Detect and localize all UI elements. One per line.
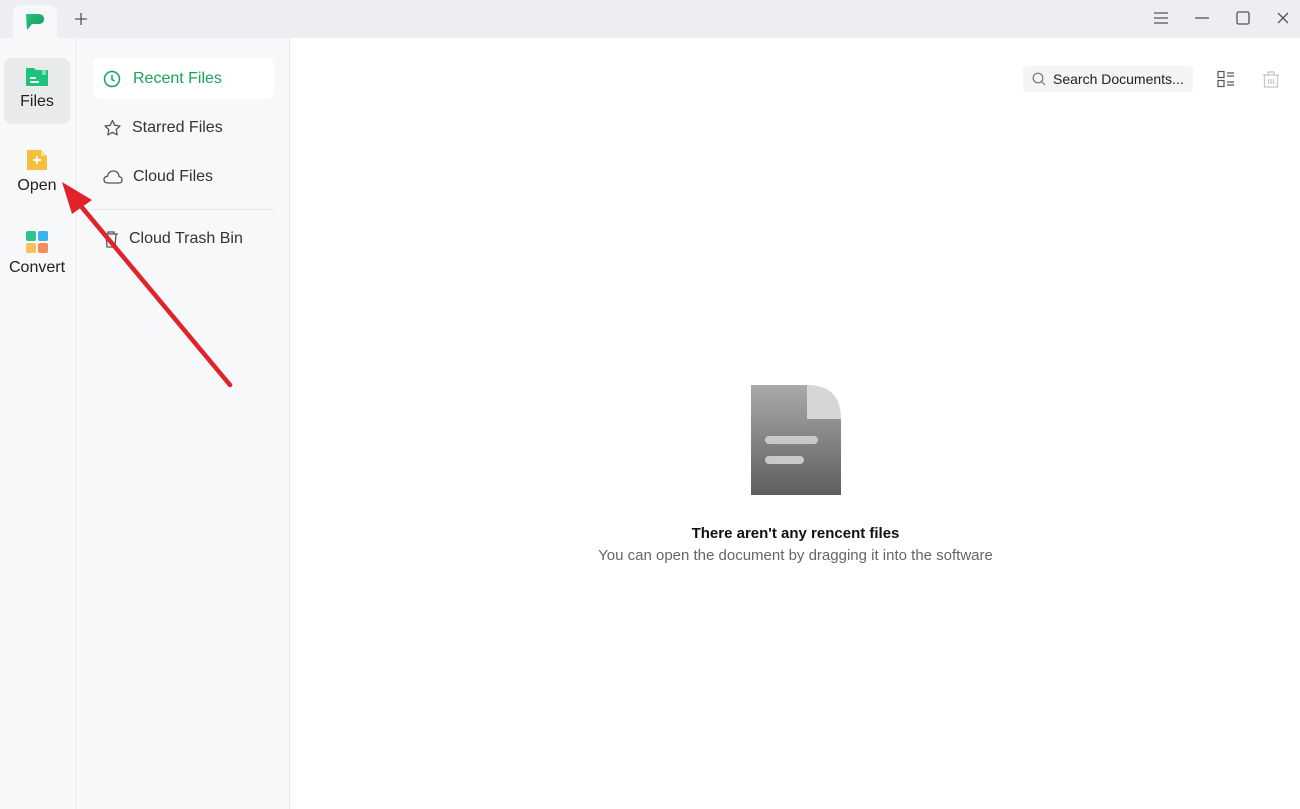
menu-button[interactable] xyxy=(1148,6,1174,30)
nav-item-starred-files[interactable]: Starred Files xyxy=(93,107,274,148)
document-icon xyxy=(750,385,841,495)
list-view-icon xyxy=(1217,70,1234,88)
trash-icon xyxy=(1263,71,1279,88)
close-icon xyxy=(1277,12,1289,24)
rail-label: Open xyxy=(17,177,57,194)
nav-item-cloud-files[interactable]: Cloud Files xyxy=(93,156,274,197)
left-rail: Files Open Convert xyxy=(0,38,77,809)
new-tab-button[interactable] xyxy=(70,8,92,30)
nav-item-label: Cloud Trash Bin xyxy=(129,229,243,247)
view-toggle-button[interactable] xyxy=(1215,68,1237,90)
empty-state-subtitle: You can open the document by dragging it… xyxy=(598,547,993,564)
delete-button[interactable] xyxy=(1260,68,1282,90)
rail-label: Files xyxy=(20,93,54,110)
nav-item-label: Recent Files xyxy=(133,69,222,87)
nav-item-cloud-trash-bin[interactable]: Cloud Trash Bin xyxy=(93,218,274,259)
app-logo-icon xyxy=(26,13,44,30)
maximize-icon xyxy=(1236,11,1250,25)
minimize-icon xyxy=(1195,17,1209,19)
star-icon xyxy=(104,119,121,135)
files-folder-icon xyxy=(26,68,48,86)
clock-icon xyxy=(103,70,121,87)
minimize-button[interactable] xyxy=(1189,6,1215,30)
main-content: There aren't any rencent files You can o… xyxy=(291,38,1300,809)
maximize-button[interactable] xyxy=(1230,6,1256,30)
trash-icon xyxy=(104,230,118,248)
nav-item-label: Cloud Files xyxy=(133,167,214,185)
rail-label: Convert xyxy=(8,259,66,276)
empty-state: There aren't any rencent files You can o… xyxy=(291,384,1300,564)
search-box[interactable] xyxy=(1023,66,1193,92)
rail-item-open[interactable]: Open xyxy=(4,140,70,206)
convert-grid-icon xyxy=(26,231,48,253)
nav-item-label: Starred Files xyxy=(132,118,223,136)
search-input[interactable] xyxy=(1053,71,1193,87)
close-button[interactable] xyxy=(1270,6,1296,30)
search-icon xyxy=(1032,72,1046,86)
rail-item-convert[interactable]: Convert xyxy=(4,222,70,288)
files-nav-panel: Recent Files Starred Files Cloud Files C… xyxy=(78,38,290,809)
empty-state-title: There aren't any rencent files xyxy=(691,525,900,542)
hamburger-icon xyxy=(1154,12,1168,24)
plus-icon xyxy=(75,13,87,25)
home-tab[interactable] xyxy=(13,5,57,38)
rail-item-files[interactable]: Files xyxy=(4,58,70,124)
cloud-icon xyxy=(103,169,123,184)
open-file-plus-icon xyxy=(27,150,47,170)
title-bar xyxy=(0,0,1300,38)
nav-item-recent-files[interactable]: Recent Files xyxy=(93,58,274,99)
nav-divider xyxy=(93,209,274,210)
